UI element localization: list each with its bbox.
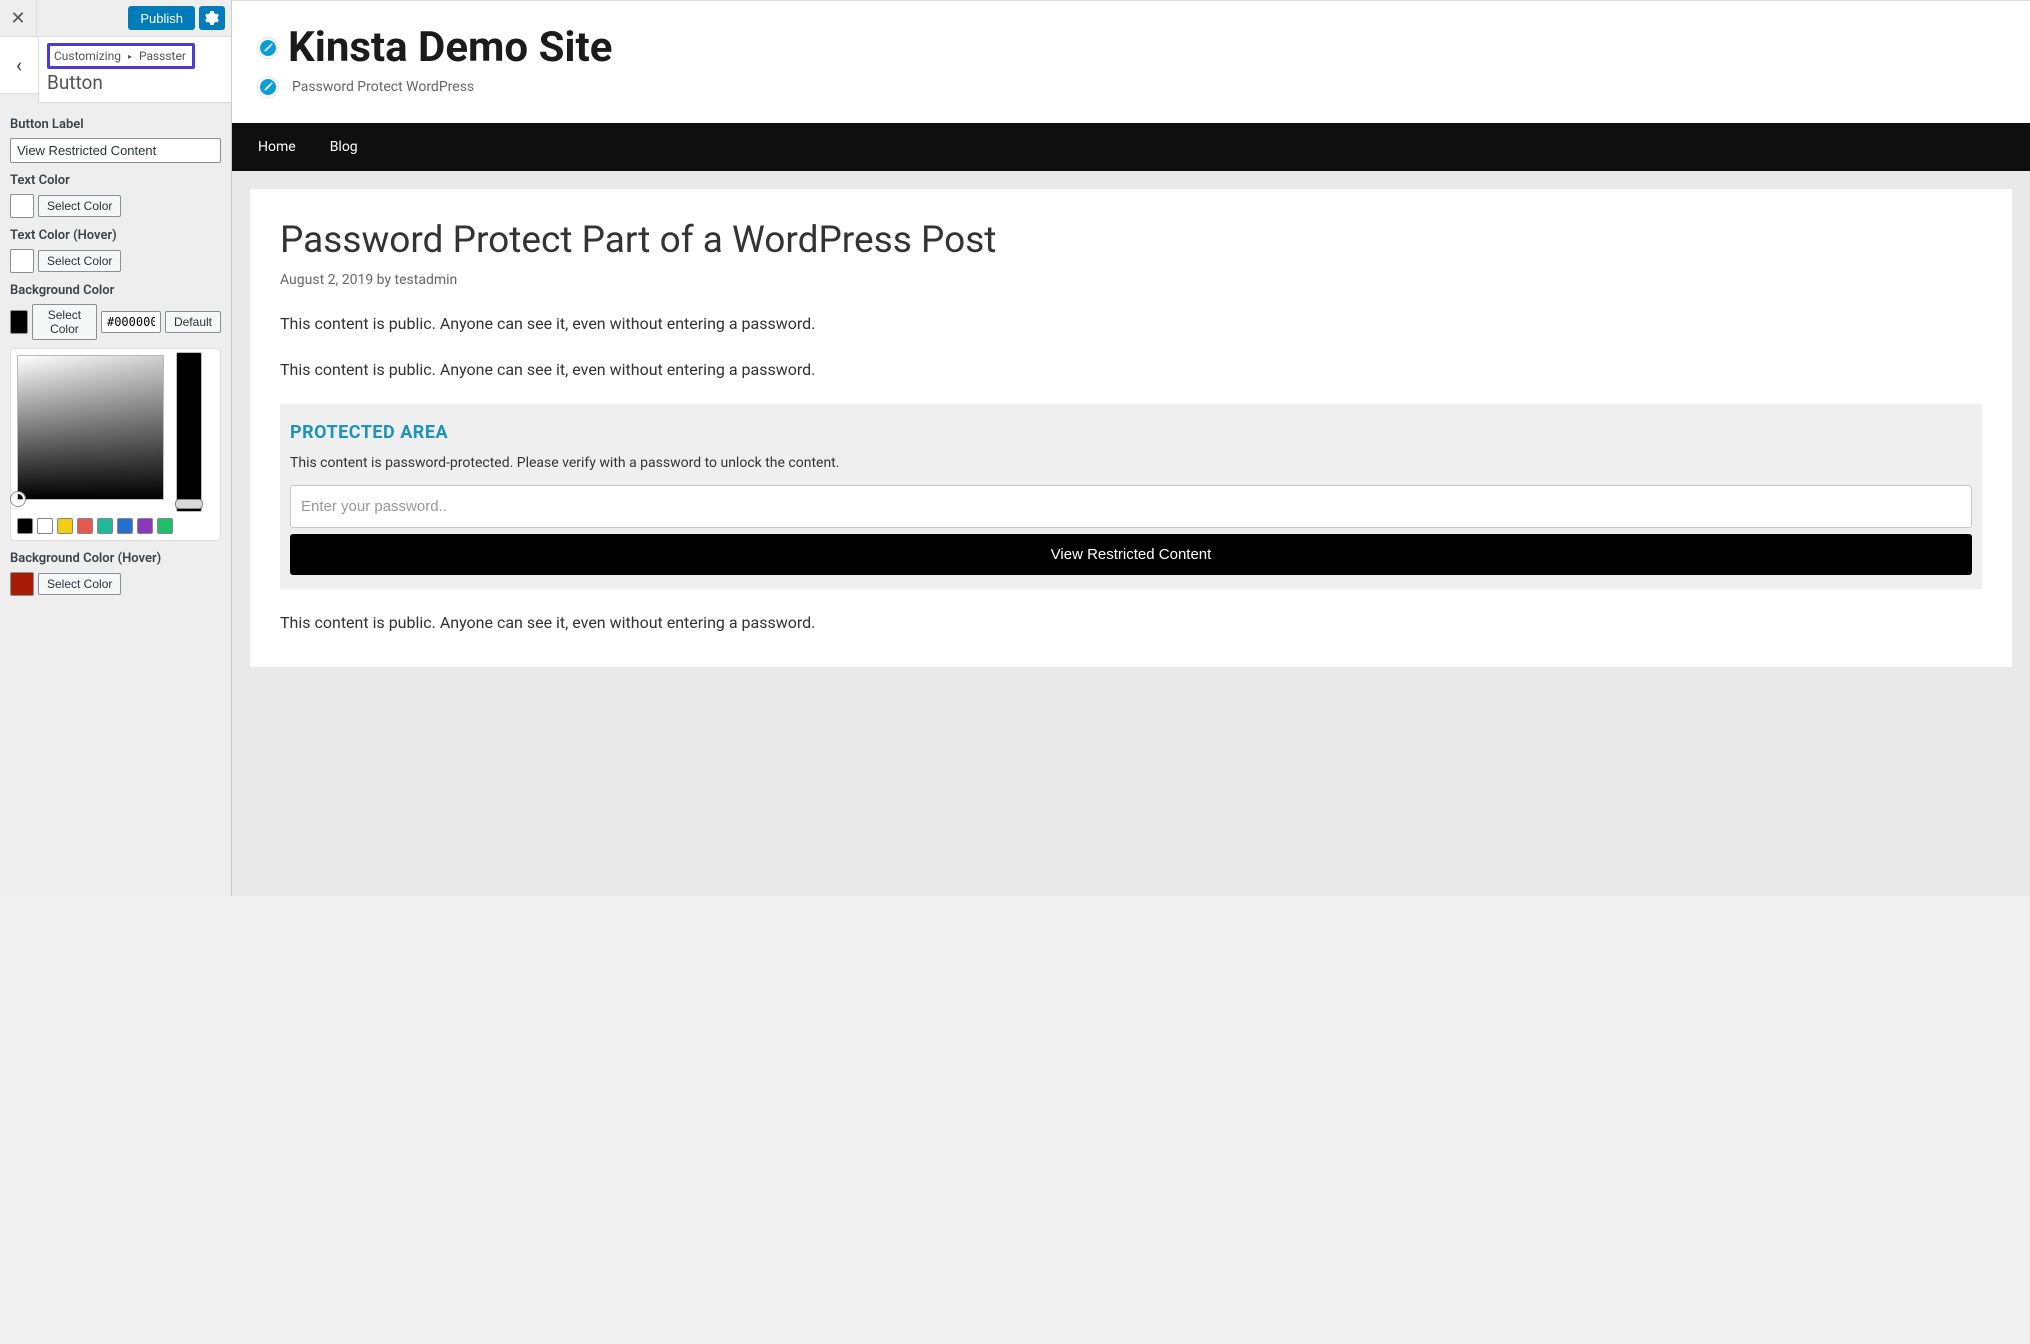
- edit-shortcut-tagline[interactable]: [258, 77, 278, 97]
- close-customizer-button[interactable]: ✕: [0, 0, 37, 36]
- bg-color-hover-select-button[interactable]: Select Color: [38, 573, 121, 595]
- text-color-select-button[interactable]: Select Color: [38, 195, 121, 217]
- nav-home[interactable]: Home: [258, 139, 296, 155]
- publish-button[interactable]: Publish: [128, 6, 195, 30]
- breadcrumb: Customizing ▸ Passster: [47, 43, 195, 69]
- post-title: Password Protect Part of a WordPress Pos…: [280, 219, 1982, 262]
- public-paragraph: This content is public. Anyone can see i…: [280, 312, 1982, 336]
- bg-color-hover-label: Background Color (Hover): [10, 551, 221, 566]
- color-preset-yellow[interactable]: [57, 518, 73, 534]
- text-color-swatch[interactable]: [10, 194, 34, 218]
- color-preset-black[interactable]: [17, 518, 33, 534]
- color-preset-teal[interactable]: [97, 518, 113, 534]
- color-saturation-area[interactable]: [17, 355, 164, 500]
- view-restricted-content-button[interactable]: View Restricted Content: [290, 534, 1972, 575]
- preview-pane: Kinsta Demo Site Password Protect WordPr…: [232, 0, 2030, 896]
- publish-settings-button[interactable]: [199, 6, 225, 30]
- color-preset-red[interactable]: [77, 518, 93, 534]
- bg-color-hover-swatch[interactable]: [10, 572, 34, 596]
- breadcrumb-part-2: Passster: [139, 49, 186, 63]
- button-label-input[interactable]: [10, 138, 221, 163]
- gear-icon: [205, 11, 219, 25]
- text-color-hover-select-button[interactable]: Select Color: [38, 250, 121, 272]
- post-meta: August 2, 2019 by testadmin: [280, 272, 1982, 288]
- section-title: Button: [47, 71, 223, 94]
- customizer-body: Button Label Text Color Select Color Tex…: [0, 103, 231, 896]
- site-tagline: Password Protect WordPress: [292, 79, 474, 95]
- text-color-hover-swatch[interactable]: [10, 249, 34, 273]
- breadcrumb-part-1: Customizing: [54, 49, 121, 63]
- protected-heading: PROTECTED AREA: [290, 422, 1972, 443]
- bg-color-hex-input[interactable]: [101, 311, 161, 333]
- color-preset-row: [17, 518, 214, 534]
- edit-shortcut-title[interactable]: [258, 38, 278, 58]
- site-nav: Home Blog: [232, 123, 2030, 171]
- chevron-left-icon: ‹: [16, 53, 22, 77]
- pencil-icon: [263, 43, 273, 53]
- color-hue-slider[interactable]: [176, 352, 202, 512]
- customizer-topbar: ✕ Publish: [0, 0, 231, 37]
- close-icon: ✕: [10, 8, 25, 29]
- color-preset-blue[interactable]: [117, 518, 133, 534]
- chevron-right-icon: ▸: [128, 52, 132, 61]
- bg-color-swatch[interactable]: [10, 310, 28, 334]
- public-paragraph: This content is public. Anyone can see i…: [280, 611, 1982, 635]
- back-button[interactable]: ‹: [0, 37, 38, 94]
- post-content: Password Protect Part of a WordPress Pos…: [250, 189, 2012, 667]
- text-color-hover-label: Text Color (Hover): [10, 228, 221, 243]
- color-hue-handle[interactable]: [175, 499, 203, 509]
- color-picker: [10, 348, 221, 541]
- color-preset-white[interactable]: [37, 518, 53, 534]
- bg-color-default-button[interactable]: Default: [165, 311, 221, 333]
- bg-color-select-button[interactable]: Select Color: [32, 304, 97, 340]
- color-preset-green[interactable]: [157, 518, 173, 534]
- color-saturation-handle[interactable]: [11, 492, 25, 506]
- password-input[interactable]: [290, 485, 1972, 528]
- bg-color-label: Background Color: [10, 283, 221, 298]
- protected-description: This content is password-protected. Plea…: [290, 455, 1972, 471]
- nav-blog[interactable]: Blog: [330, 139, 358, 155]
- pencil-icon: [263, 82, 273, 92]
- customizer-panel: ✕ Publish ‹ Customizing ▸ Passster Butto…: [0, 0, 232, 896]
- site-header: Kinsta Demo Site Password Protect WordPr…: [232, 1, 2030, 123]
- customizer-section-header: Customizing ▸ Passster Button: [38, 37, 231, 103]
- color-preset-purple[interactable]: [137, 518, 153, 534]
- site-title[interactable]: Kinsta Demo Site: [288, 27, 612, 69]
- text-color-label: Text Color: [10, 173, 221, 188]
- protected-area: PROTECTED AREA This content is password-…: [280, 404, 1982, 589]
- public-paragraph: This content is public. Anyone can see i…: [280, 358, 1982, 382]
- button-label-field-label: Button Label: [10, 117, 221, 132]
